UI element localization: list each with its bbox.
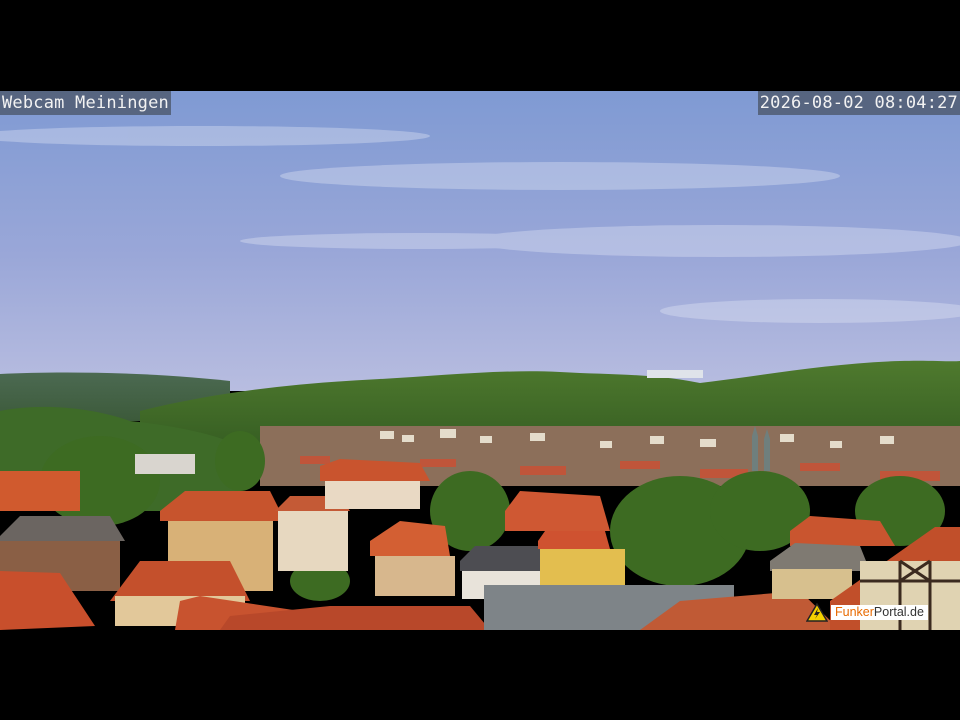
logo-text-accent: Funker — [835, 605, 874, 619]
logo-text-main: Portal.de — [873, 605, 924, 619]
webcam-title: Webcam Meiningen — [0, 91, 171, 115]
logo-text: FunkerPortal.de — [831, 605, 928, 620]
funkerportal-logo[interactable]: FunkerPortal.de — [806, 603, 950, 622]
timestamp: 2026-08-02 08:04:27 — [757, 91, 960, 115]
webcam-image — [0, 91, 960, 630]
warning-triangle-icon — [806, 603, 828, 622]
hilltop-building — [647, 370, 703, 378]
town-landscape-scene — [0, 91, 960, 630]
